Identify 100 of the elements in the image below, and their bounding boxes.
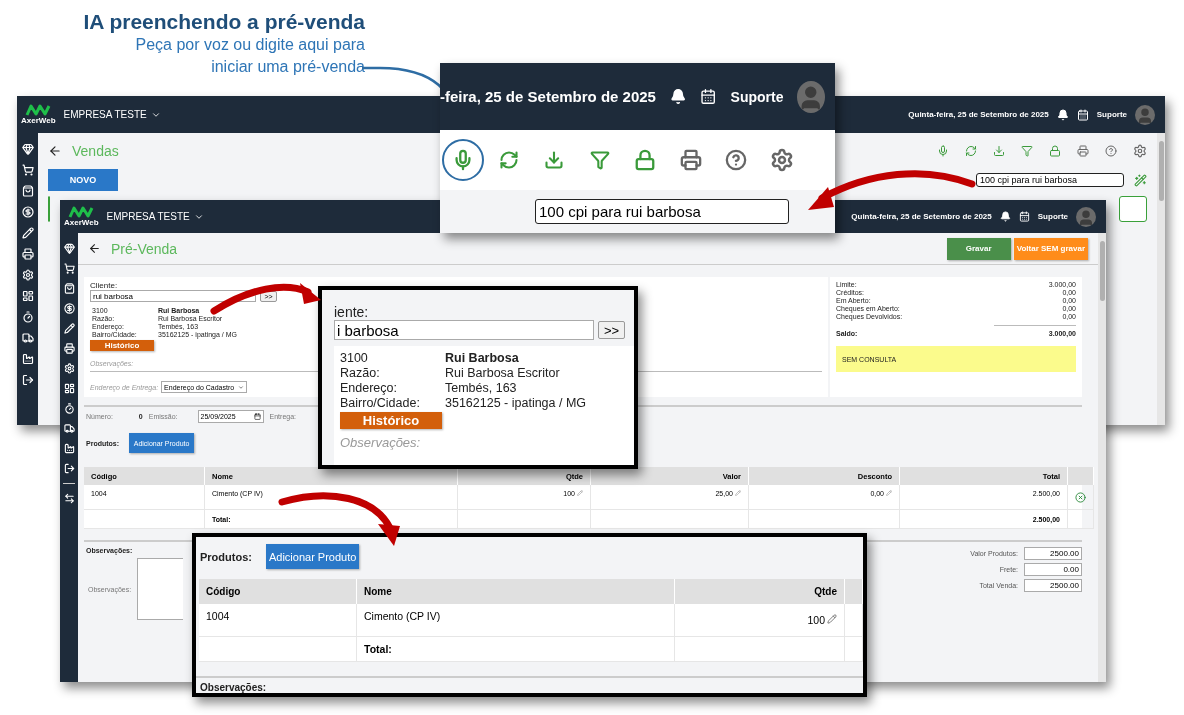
page-title: Vendas	[72, 142, 119, 159]
callout-text: Peça por voz ou digite aqui para	[135, 35, 365, 55]
diamond-icon[interactable]	[21, 143, 34, 155]
info-value: 35162125 - ipatinga / MG	[445, 396, 587, 410]
field-label: iente:	[334, 304, 370, 320]
company-menu[interactable]: EMPRESA TESTE	[106, 211, 204, 222]
dashboard-icon[interactable]	[63, 383, 75, 394]
bell-icon[interactable]	[669, 87, 687, 106]
avatar-icon[interactable]	[1076, 206, 1096, 227]
dollar-icon[interactable]	[63, 303, 75, 314]
avatar-icon[interactable]	[797, 80, 825, 113]
column-header: Nome	[357, 579, 675, 604]
total-field[interactable]: 2500.00	[1024, 579, 1082, 592]
factory-icon[interactable]	[21, 353, 34, 365]
table-cell: 100	[675, 604, 845, 637]
user-name: Suporte	[1096, 110, 1127, 119]
microphone-button[interactable]	[442, 139, 484, 181]
client-field[interactable]: rui barbosa	[90, 290, 256, 302]
swap-icon[interactable]	[63, 493, 75, 504]
lock-icon[interactable]	[634, 149, 656, 171]
cart-icon[interactable]	[63, 263, 75, 274]
total-field[interactable]: 2500.00	[1024, 547, 1082, 560]
new-button[interactable]: NOVO	[48, 169, 118, 191]
download-icon[interactable]	[993, 144, 1005, 157]
company-menu[interactable]: EMPRESA TESTE	[63, 109, 161, 120]
logout-icon[interactable]	[63, 463, 75, 474]
magic-wand-icon[interactable]	[1134, 173, 1147, 187]
truck-icon[interactable]	[63, 423, 75, 434]
avatar-icon[interactable]	[1135, 104, 1155, 125]
date-text: Quinta-feira, 25 de Setembro de 2025	[908, 110, 1049, 119]
microphone-icon[interactable]	[452, 149, 474, 171]
history-button[interactable]: Histórico	[90, 340, 154, 351]
notes-field[interactable]	[137, 558, 184, 620]
command-field[interactable]: 100 cpi para rui barbosa	[976, 173, 1124, 187]
dollar-icon[interactable]	[21, 206, 34, 218]
calendar-icon[interactable]	[700, 87, 717, 106]
back-arrow-icon[interactable]	[88, 242, 101, 255]
gear-icon[interactable]	[21, 269, 34, 281]
factory-icon[interactable]	[63, 443, 75, 454]
total-field[interactable]: 0.00	[1024, 563, 1082, 576]
help-icon[interactable]	[725, 149, 747, 171]
filter-icon[interactable]	[1021, 144, 1033, 157]
info-label: Razão:	[340, 366, 380, 380]
page-title: Pré-Venda	[111, 240, 178, 257]
date-text: -feira, 25 de Setembro de 2025	[440, 88, 656, 105]
info-label: Endereço:	[340, 381, 397, 395]
filter-icon[interactable]	[589, 150, 610, 170]
client-name: Rui Barbosa	[445, 351, 519, 365]
truck-icon[interactable]	[21, 332, 34, 344]
microphone-icon[interactable]	[937, 144, 949, 157]
user-name: Suporte	[730, 88, 784, 105]
refresh-icon[interactable]	[498, 150, 519, 170]
remove-icon[interactable]	[1075, 491, 1086, 503]
info-value: Rui Barbosa Escritor	[445, 366, 560, 380]
calendar-icon[interactable]	[253, 413, 261, 420]
bag-icon[interactable]	[63, 283, 75, 294]
client-field[interactable]: i barbosa	[334, 320, 594, 340]
download-icon[interactable]	[544, 150, 564, 170]
logo-text: AxerWeb	[21, 116, 56, 125]
calendar-icon[interactable]	[1076, 108, 1089, 121]
logo-text: AxerWeb	[64, 218, 99, 227]
card-background	[1119, 196, 1147, 222]
column-header: Qtde	[675, 579, 845, 604]
products-label: Produtos:	[200, 550, 252, 563]
help-icon[interactable]	[1105, 144, 1117, 157]
cart-icon[interactable]	[21, 164, 34, 176]
user-name: Suporte	[1037, 212, 1068, 221]
search-button[interactable]: >>	[598, 321, 625, 339]
diamond-icon[interactable]	[63, 243, 75, 254]
bag-icon[interactable]	[21, 185, 34, 197]
info-label: Bairro/Cidade:	[340, 396, 420, 410]
history-button[interactable]: Histórico	[340, 412, 442, 429]
date-text: Quinta-feira, 25 de Setembro de 2025	[851, 212, 992, 221]
settings-icon[interactable]	[1133, 143, 1147, 158]
command-field[interactable]: 100 cpi para rui barbosa	[535, 199, 789, 224]
lock-icon[interactable]	[1049, 144, 1061, 157]
logo-icon	[25, 104, 52, 116]
column-header: Código	[199, 579, 357, 604]
table-cell: 1004	[199, 604, 357, 637]
bell-icon[interactable]	[1056, 108, 1069, 121]
printer-icon[interactable]	[21, 248, 34, 260]
table-cell: Total:	[357, 637, 675, 662]
info-value: Tembés, 163	[445, 381, 517, 395]
caret-icon	[238, 383, 245, 391]
gear-icon[interactable]	[63, 363, 75, 374]
printer-icon[interactable]	[63, 343, 75, 354]
timer-icon[interactable]	[21, 311, 34, 323]
bell-icon[interactable]	[999, 211, 1011, 222]
add-product-button[interactable]: Adicionar Produto	[265, 544, 360, 569]
save-button[interactable]: Gravar	[946, 237, 1011, 260]
notes-title: Observações:	[200, 682, 267, 693]
field-label: Cliente:	[90, 281, 119, 290]
logout-icon[interactable]	[21, 374, 34, 386]
callout-text: iniciar uma pré-venda	[211, 57, 365, 77]
settings-icon[interactable]	[769, 148, 794, 172]
dashboard-icon[interactable]	[21, 290, 34, 302]
refresh-icon[interactable]	[965, 144, 977, 157]
notes-label: Observações:	[340, 435, 421, 450]
timer-icon[interactable]	[63, 403, 75, 414]
logo-icon	[68, 206, 95, 218]
